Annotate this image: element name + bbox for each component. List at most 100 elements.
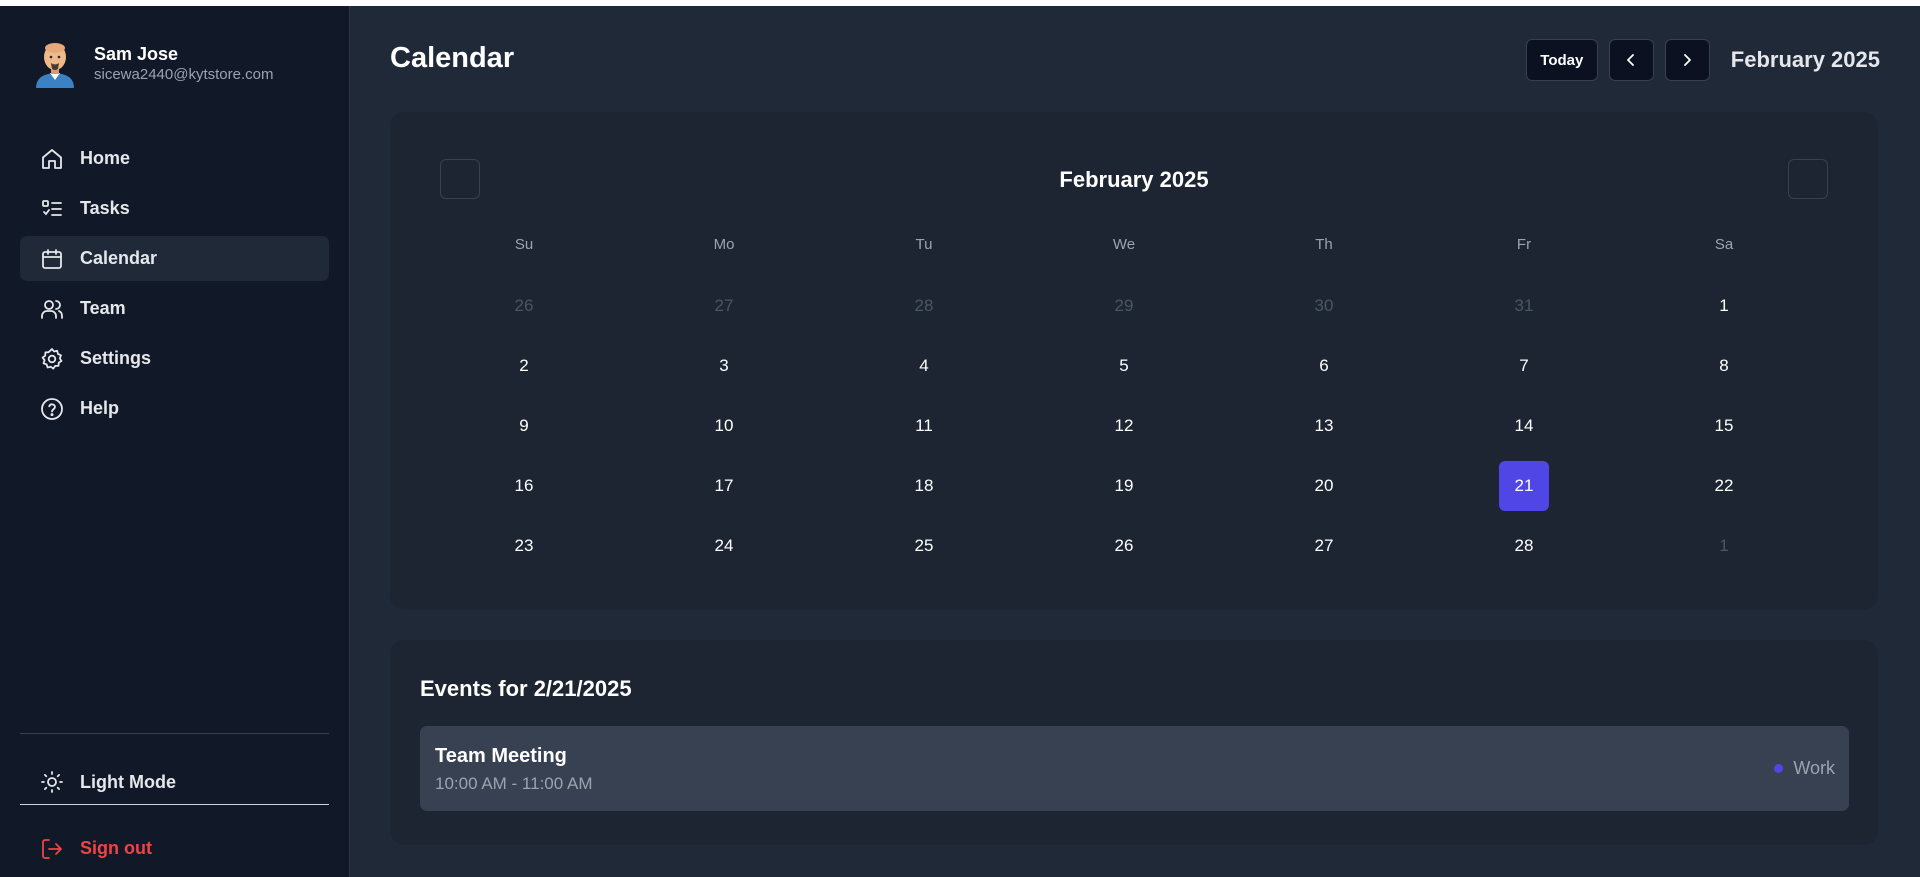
day-button[interactable]: 12 [1099,401,1149,451]
sidebar-item-label: Team [80,298,126,318]
day-button[interactable]: 14 [1499,401,1549,451]
day-cell: 2 [424,336,624,396]
event-category: Work [1774,758,1835,779]
day-button[interactable]: 15 [1699,401,1749,451]
day-cell: 30 [1224,276,1424,336]
sidebar-item-calendar[interactable]: Calendar [20,236,329,281]
day-button[interactable]: 8 [1699,341,1749,391]
chevron-right-icon [1684,54,1692,66]
current-month-label: February 2025 [1730,47,1880,72]
day-button[interactable]: 26 [499,281,549,331]
sidebar-item-team[interactable]: Team [20,286,329,331]
sidebar-item-settings[interactable]: Settings [20,336,329,381]
event-title: Team Meeting [435,745,567,767]
day-cell: 13 [1224,396,1424,456]
user-name: Sam Jose [94,44,179,64]
day-button[interactable]: 28 [899,281,949,331]
day-cell: 17 [624,456,824,516]
day-cell: 7 [1424,336,1624,396]
day-button[interactable]: 5 [1099,341,1149,391]
day-button[interactable]: 31 [1499,281,1549,331]
category-dot-icon [1774,764,1784,773]
day-button[interactable]: 1 [1699,521,1749,571]
events-title: Events for 2/21/2025 [420,676,632,701]
team-icon [39,296,65,322]
user-email: sicewa2440@kytstore.com [94,66,274,83]
day-button-selected[interactable]: 21 [1499,461,1549,511]
sidebar-item-label: Help [80,398,120,418]
sidebar-item-home[interactable]: Home [20,136,329,181]
day-cell: 8 [1624,336,1824,396]
day-button[interactable]: 19 [1099,461,1149,511]
day-button[interactable]: 24 [699,521,749,571]
sign-out-icon [39,836,65,862]
day-button[interactable]: 29 [1099,281,1149,331]
gear-icon [39,346,65,372]
day-cell: 11 [824,396,1024,456]
weekday-label: Sa [1714,236,1734,253]
sidebar-item-label: Home [80,148,131,168]
day-button[interactable]: 3 [699,341,749,391]
day-button[interactable]: 25 [899,521,949,571]
sign-out-button[interactable]: Sign out [20,826,152,871]
light-mode-toggle[interactable]: Light Mode [20,760,329,805]
day-button[interactable]: 17 [699,461,749,511]
sidebar-item-tasks[interactable]: Tasks [20,186,329,231]
home-icon [39,146,65,172]
day-button[interactable]: 30 [1299,281,1349,331]
days-grid: 26 27 28 29 30 31 1 2 3 4 5 6 7 8 9 10 11 12 13 14 15 16 17 18 1… [424,276,1824,576]
day-button[interactable]: 11 [899,401,949,451]
day-button[interactable]: 18 [899,461,949,511]
day-cell: 25 [824,516,1024,576]
day-cell: 12 [1024,396,1224,456]
sidebar-item-help[interactable]: Help [20,386,329,431]
calendar-month-title: February 2025 [1059,167,1209,192]
day-button[interactable]: 7 [1499,341,1549,391]
day-button[interactable]: 1 [1699,281,1749,331]
day-button[interactable]: 26 [1099,521,1149,571]
day-cell: 1 [1624,516,1824,576]
day-button[interactable]: 6 [1299,341,1349,391]
sign-out-label: Sign out [80,838,152,858]
day-cell: 22 [1624,456,1824,516]
day-button[interactable]: 16 [499,461,549,511]
day-button[interactable]: 27 [699,281,749,331]
day-button[interactable]: 23 [499,521,549,571]
page-title: Calendar [390,42,515,74]
avatar [36,43,74,88]
next-month-button[interactable] [1664,39,1710,81]
user-profile[interactable]: Sam Jose sicewa2440@kytstore.com [34,40,273,88]
events-card: Events for 2/21/2025 Team Meeting 10:00 … [390,640,1878,845]
day-button[interactable]: 28 [1499,521,1549,571]
sidebar: Sam Jose sicewa2440@kytstore.com Home Ta… [0,6,350,877]
day-cell: 15 [1624,396,1824,456]
day-button[interactable]: 4 [899,341,949,391]
event-item[interactable]: Team Meeting 10:00 AM - 11:00 AM Work [420,726,1849,811]
weekday-label: We [1112,236,1136,253]
weekday-header: Su Mo Tu We Th Fr Sa [424,232,1824,258]
weekday-label: Th [1315,236,1333,253]
today-button[interactable]: Today [1525,39,1598,81]
day-button[interactable]: 20 [1299,461,1349,511]
calendar-toolbar: Today February 2025 [1525,39,1880,81]
sidebar-divider [20,733,329,734]
help-icon [39,396,65,422]
day-cell: 10 [624,396,824,456]
day-cell: 26 [1024,516,1224,576]
day-button[interactable]: 9 [499,401,549,451]
day-cell: 27 [1224,516,1424,576]
day-cell: 6 [1224,336,1424,396]
sidebar-item-label: Tasks [80,198,130,218]
day-cell: 24 [624,516,824,576]
day-cell: 29 [1024,276,1224,336]
day-button[interactable]: 22 [1699,461,1749,511]
calendar-icon [39,246,65,272]
day-button[interactable]: 10 [699,401,749,451]
day-cell: 3 [624,336,824,396]
event-category-label: Work [1793,758,1835,778]
previous-month-button[interactable] [1608,39,1654,81]
day-button[interactable]: 27 [1299,521,1349,571]
day-button[interactable]: 13 [1299,401,1349,451]
day-button[interactable]: 2 [499,341,549,391]
calendar-card: February 2025 Su Mo Tu We Th Fr Sa 26 27 28 29 30 3… [390,112,1878,610]
